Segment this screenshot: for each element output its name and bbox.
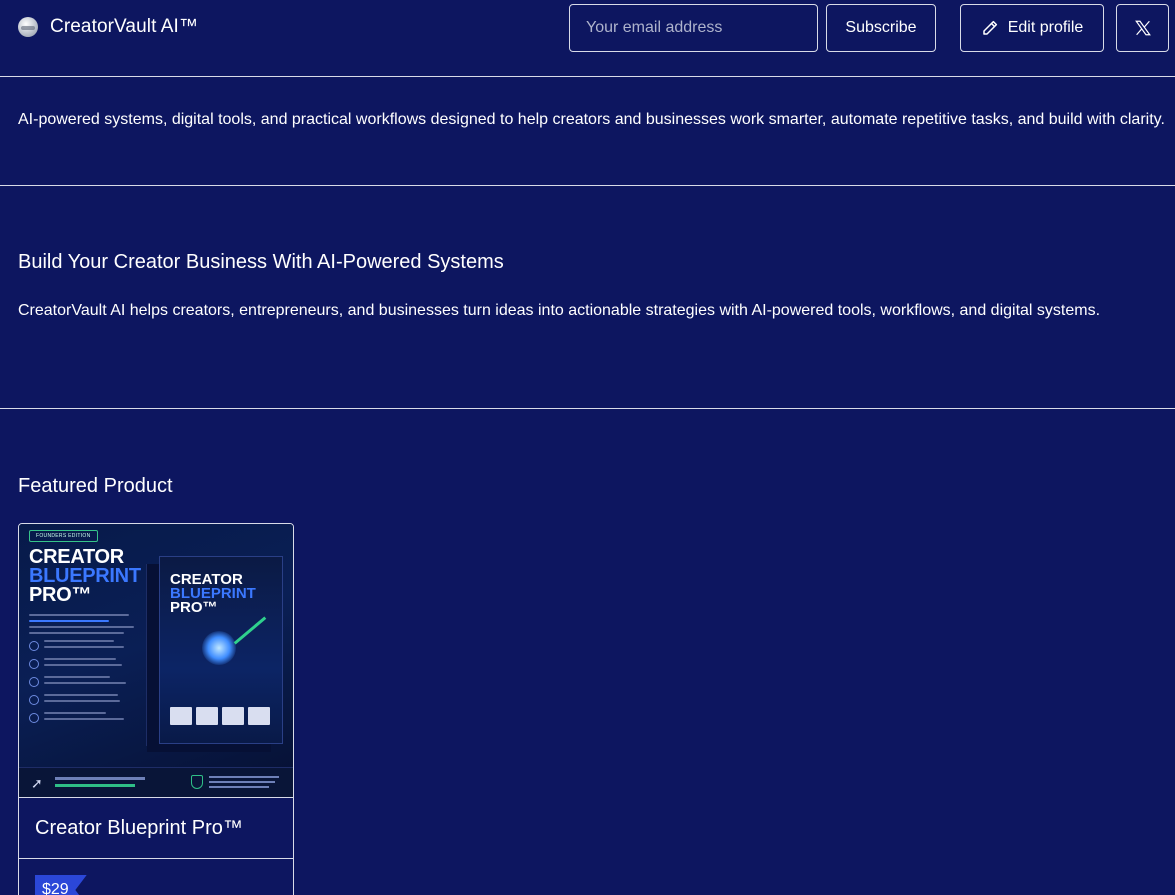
featured-title: Featured Product [18, 475, 173, 497]
page: CreatorVault AI™ Subscribe Edit profile … [0, 0, 1175, 895]
edit-profile-label: Edit profile [1007, 19, 1084, 36]
hero-heading: Build Your Creator Business With AI-Powe… [18, 251, 504, 273]
product-image[interactable]: FOUNDERS EDITION CREATOR BLUEPRINT PRO™ [19, 524, 293, 798]
intro-section: AI-powered systems, digital tools, and p… [0, 77, 1175, 186]
x-logo-icon [1134, 20, 1151, 36]
product-image-title: CREATOR BLUEPRINT PRO™ [29, 547, 141, 606]
product-name[interactable]: Creator Blueprint Pro™ [35, 817, 243, 840]
product-box: CREATOR BLUEPRINT PRO™ [159, 556, 283, 744]
shield-icon [191, 775, 203, 789]
email-input[interactable] [569, 4, 818, 52]
product-box-title: CREATOR BLUEPRINT PRO™ [170, 571, 256, 616]
brand-logo-icon [18, 17, 38, 37]
brand-name: CreatorVault AI™ [50, 16, 199, 37]
product-image-badge: FOUNDERS EDITION [29, 530, 98, 542]
subscribe-button-label: Subscribe [845, 19, 917, 36]
product-box-icon-row [170, 707, 274, 725]
subscribe-button[interactable]: Subscribe [826, 4, 936, 52]
product-image-footer: ➚ [19, 767, 293, 797]
hero-text: CreatorVault AI helps creators, entrepre… [18, 302, 1101, 319]
product-image-text-lines [29, 614, 139, 724]
rocket-icon: ➚ [31, 775, 43, 791]
product-card[interactable]: FOUNDERS EDITION CREATOR BLUEPRINT PRO™ [18, 523, 294, 895]
card-divider [19, 858, 293, 859]
product-box-spine [146, 564, 160, 746]
product-image-title-line3: PRO™ [29, 584, 92, 606]
growth-arrow-icon [233, 616, 267, 645]
price-tag: $29 [35, 875, 87, 895]
site-header: CreatorVault AI™ Subscribe Edit profile [0, 0, 1175, 77]
x-social-button[interactable] [1116, 4, 1169, 52]
brand[interactable]: CreatorVault AI™ [18, 16, 198, 38]
pencil-icon [982, 20, 997, 35]
edit-profile-button[interactable]: Edit profile [960, 4, 1104, 52]
hero-section: Build Your Creator Business With AI-Powe… [0, 186, 1175, 409]
lightbulb-icon [202, 631, 236, 665]
intro-text: AI-powered systems, digital tools, and p… [18, 111, 1165, 128]
